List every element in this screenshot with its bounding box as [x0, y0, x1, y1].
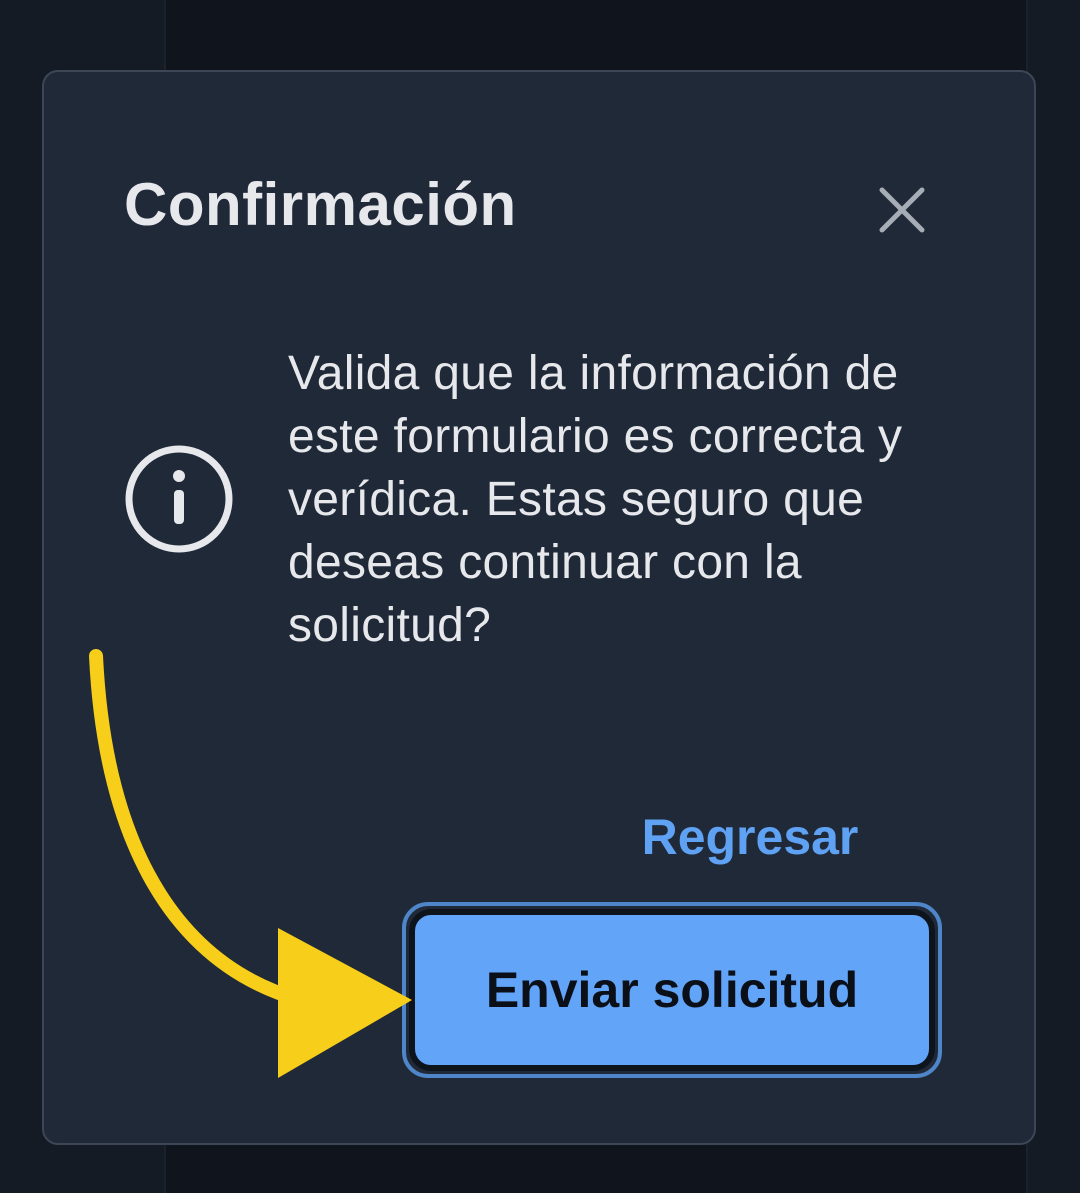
dialog-message: Valida que la información de este formul… [288, 347, 903, 652]
info-icon [125, 445, 233, 553]
close-button[interactable] [872, 180, 932, 240]
close-icon [879, 187, 925, 233]
back-button[interactable]: Regresar [630, 808, 870, 866]
dialog-title: Confirmación [124, 171, 517, 238]
submit-request-button[interactable]: Enviar solicitud [409, 909, 935, 1071]
